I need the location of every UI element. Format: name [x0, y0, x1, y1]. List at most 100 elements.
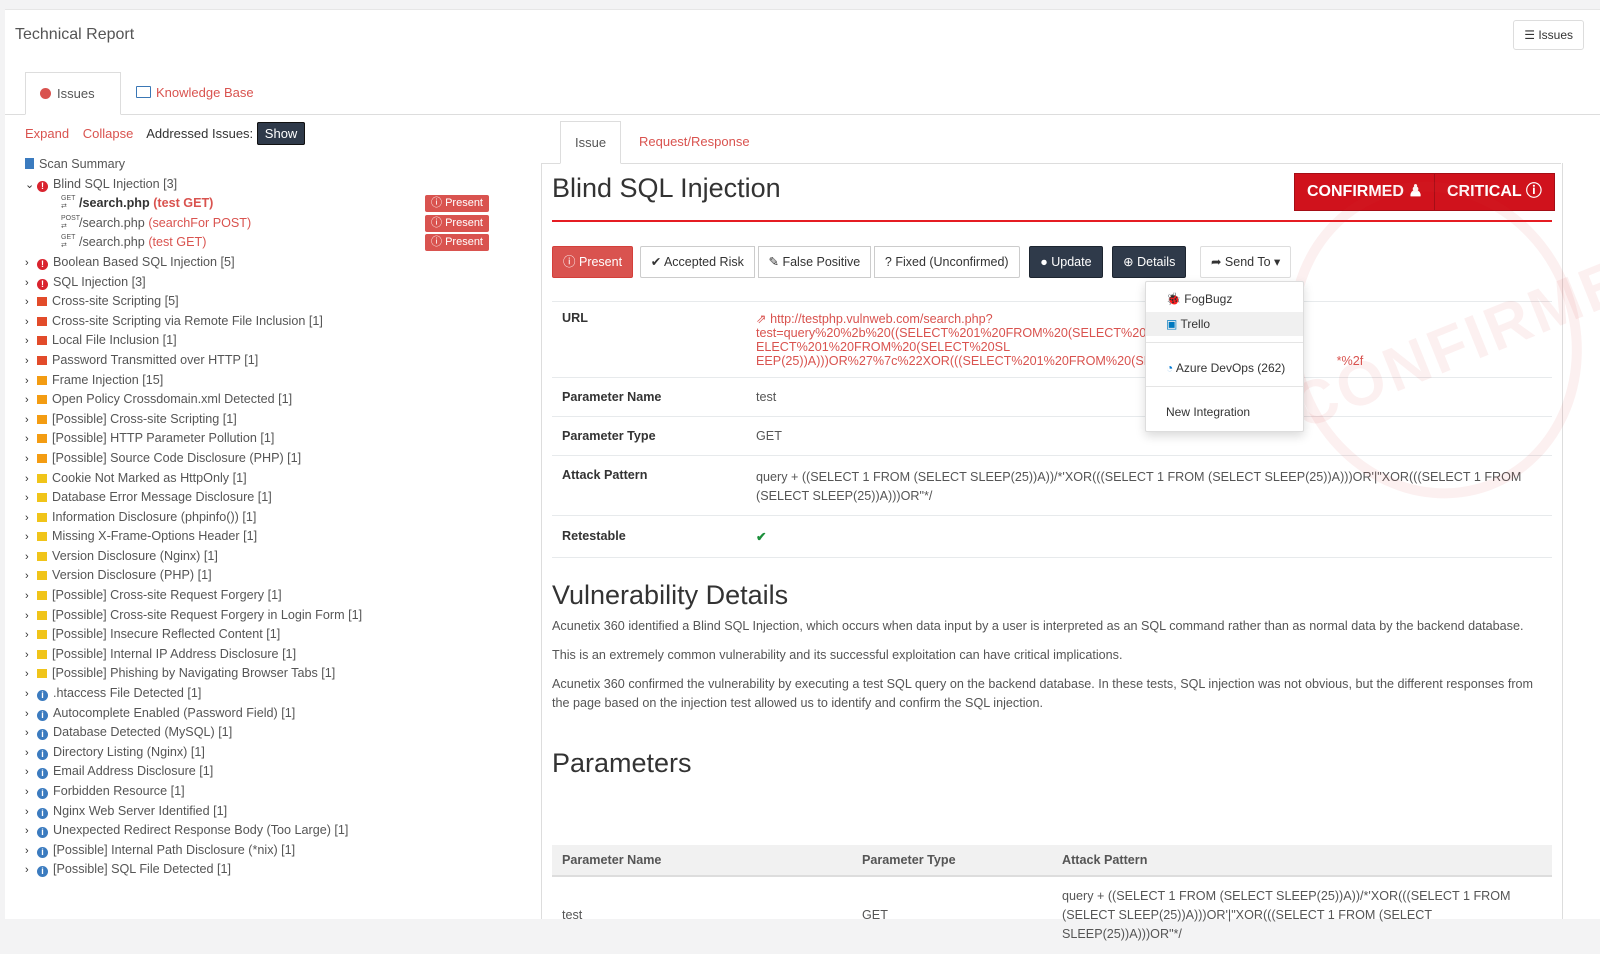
tree-node[interactable]: › Local File Inclusion [1]	[25, 331, 535, 351]
flag-yellow-icon	[37, 630, 47, 640]
chevron-right-icon[interactable]: ›	[25, 705, 37, 725]
chevron-right-icon[interactable]: ›	[25, 274, 37, 294]
chevron-right-icon[interactable]: ›	[25, 783, 37, 803]
tree-node[interactable]: › [Possible] Source Code Disclosure (PHP)…	[25, 449, 535, 469]
chevron-right-icon[interactable]: ›	[25, 587, 37, 607]
chevron-right-icon[interactable]: ›	[25, 665, 37, 685]
tree-node[interactable]: › Cross-site Scripting [5]	[25, 292, 535, 312]
flag-red-icon	[37, 316, 47, 326]
top-bar: Technical Report ☰ Issues	[5, 9, 1600, 64]
tree-node-blind-sql[interactable]: ⌄! Blind SQL Injection [3]	[25, 175, 535, 195]
menu-item-trello[interactable]: ▣ Trello	[1146, 312, 1303, 336]
chevron-down-icon[interactable]: ⌄	[25, 176, 37, 196]
tree-child[interactable]: GET ⇄/search.php (test GET) ⓘ Present	[25, 233, 535, 253]
update-button[interactable]: ● Update	[1029, 246, 1103, 278]
tree-node[interactable]: › i .htaccess File Detected [1]	[25, 684, 535, 704]
collapse-link[interactable]: Collapse	[83, 126, 134, 141]
tree-node[interactable]: › [Possible] Insecure Reflected Content […	[25, 625, 535, 645]
tree-node[interactable]: › Version Disclosure (PHP) [1]	[25, 566, 535, 586]
tree-node[interactable]: ›! Boolean Based SQL Injection [5]	[25, 253, 535, 273]
tree-node[interactable]: › Frame Injection [15]	[25, 371, 535, 391]
tab-issues[interactable]: Issues	[25, 72, 121, 115]
tree-node-label: [Possible] Internal IP Address Disclosur…	[52, 646, 297, 661]
chevron-right-icon[interactable]: ›	[25, 293, 37, 313]
tree-node[interactable]: ›! SQL Injection [3]	[25, 273, 535, 293]
chevron-right-icon[interactable]: ›	[25, 332, 37, 352]
tree-node[interactable]: › Open Policy Crossdomain.xml Detected [1…	[25, 390, 535, 410]
chevron-right-icon[interactable]: ›	[25, 372, 37, 392]
chevron-right-icon[interactable]: ›	[25, 411, 37, 431]
tree-node[interactable]: › i Database Detected (MySQL) [1]	[25, 723, 535, 743]
tree-node[interactable]: › i [Possible] SQL File Detected [1]	[25, 860, 535, 880]
azure-icon: ◔	[1166, 361, 1174, 375]
tree-node[interactable]: › Password Transmitted over HTTP [1]	[25, 351, 535, 371]
tree-node[interactable]: › [Possible] Cross-site Scripting [1]	[25, 410, 535, 430]
menu-item-new-integration[interactable]: New Integration	[1146, 400, 1303, 424]
chevron-right-icon[interactable]: ›	[25, 548, 37, 568]
chevron-right-icon[interactable]: ›	[25, 685, 37, 705]
expand-link[interactable]: Expand	[25, 126, 69, 141]
tree-node-label: Version Disclosure (Nginx) [1]	[52, 548, 218, 563]
chevron-right-icon[interactable]: ›	[25, 352, 37, 372]
chevron-right-icon[interactable]: ›	[25, 842, 37, 862]
tree-node[interactable]: › i Unexpected Redirect Response Body (Too…	[25, 821, 535, 841]
chevron-right-icon[interactable]: ›	[25, 430, 37, 450]
tree-node[interactable]: › [Possible] HTTP Parameter Pollution [1]	[25, 429, 535, 449]
tree-node[interactable]: › i Nginx Web Server Identified [1]	[25, 802, 535, 822]
chevron-right-icon[interactable]: ›	[25, 567, 37, 587]
chevron-right-icon[interactable]: ›	[25, 803, 37, 823]
show-toggle[interactable]: Show	[256, 122, 306, 145]
tree-child[interactable]: POST ⇄/search.php (searchFor POST) ⓘ Pres…	[25, 214, 535, 234]
tree-node[interactable]: › i [Possible] Internal Path Disclosure (*…	[25, 841, 535, 861]
chevron-right-icon[interactable]: ›	[25, 313, 37, 333]
scan-summary[interactable]: Scan Summary	[25, 155, 535, 175]
chevron-right-icon[interactable]: ›	[25, 724, 37, 744]
tree-node[interactable]: › [Possible] Internal IP Address Disclosu…	[25, 645, 535, 665]
tree-node[interactable]: › Version Disclosure (Nginx) [1]	[25, 547, 535, 567]
chevron-right-icon[interactable]: ›	[25, 744, 37, 764]
critical-icon: !	[37, 278, 48, 290]
chevron-right-icon[interactable]: ›	[25, 861, 37, 881]
tree-node[interactable]: › [Possible] Cross-site Request Forgery i…	[25, 606, 535, 626]
chevron-right-icon[interactable]: ›	[25, 646, 37, 666]
chevron-right-icon[interactable]: ›	[25, 528, 37, 548]
tree-node[interactable]: › i Email Address Disclosure [1]	[25, 762, 535, 782]
tree-node[interactable]: › Cookie Not Marked as HttpOnly [1]	[25, 469, 535, 489]
tree-node[interactable]: › Cross-site Scripting via Remote File In…	[25, 312, 535, 332]
chevron-right-icon[interactable]: ›	[25, 626, 37, 646]
chevron-right-icon[interactable]: ›	[25, 254, 37, 274]
tree-node[interactable]: › [Possible] Phishing by Navigating Brows…	[25, 664, 535, 684]
tree-node[interactable]: › [Possible] Cross-site Request Forgery […	[25, 586, 535, 606]
issues-button[interactable]: ☰ Issues	[1513, 20, 1584, 50]
tab-issue[interactable]: Issue	[560, 121, 622, 164]
chevron-right-icon[interactable]: ›	[25, 489, 37, 509]
url-link[interactable]: ⇗ http://testphp.vulnweb.com/search.php?	[756, 312, 993, 326]
flag-red-icon	[37, 336, 47, 346]
tree-node[interactable]: › Missing X-Frame-Options Header [1]	[25, 527, 535, 547]
tree-node[interactable]: › Information Disclosure (phpinfo()) [1]	[25, 508, 535, 528]
chevron-right-icon[interactable]: ›	[25, 509, 37, 529]
accepted-risk-button[interactable]: ✔ Accepted Risk	[639, 246, 755, 278]
menu-item-fogbugz[interactable]: 🐞 FogBugz	[1146, 287, 1303, 311]
chevron-right-icon[interactable]: ›	[25, 607, 37, 627]
fixed-unconfirmed-button[interactable]: ? Fixed (Unconfirmed)	[873, 246, 1020, 278]
tree-node[interactable]: › i Forbidden Resource [1]	[25, 782, 535, 802]
chevron-right-icon[interactable]: ›	[25, 822, 37, 842]
chevron-right-icon[interactable]: ›	[25, 450, 37, 470]
tab-knowledge-base[interactable]: Knowledge Base	[122, 72, 268, 113]
menu-item-azure-devops[interactable]: ◔ Azure DevOps (262)	[1146, 356, 1303, 380]
tab-request-response[interactable]: Request/Response	[625, 121, 764, 162]
menu-divider	[1146, 342, 1303, 343]
chevron-right-icon[interactable]: ›	[25, 470, 37, 490]
present-button[interactable]: ⓘ Present	[552, 246, 634, 278]
details-button[interactable]: ⊕ Details	[1112, 246, 1187, 278]
chevron-right-icon[interactable]: ›	[25, 763, 37, 783]
tree-node[interactable]: › i Autocomplete Enabled (Password Field) …	[25, 704, 535, 724]
chevron-right-icon[interactable]: ›	[25, 391, 37, 411]
send-to-button[interactable]: ➦ Send To ▾	[1199, 246, 1292, 278]
status-buttons: ⓘ Present ✔ Accepted Risk ✎ False Positi…	[552, 246, 1292, 278]
tree-child[interactable]: GET ⇄/search.php (test GET) ⓘ Present	[25, 194, 535, 214]
false-positive-button[interactable]: ✎ False Positive	[757, 246, 872, 278]
tree-node[interactable]: › i Directory Listing (Nginx) [1]	[25, 743, 535, 763]
tree-node[interactable]: › Database Error Message Disclosure [1]	[25, 488, 535, 508]
